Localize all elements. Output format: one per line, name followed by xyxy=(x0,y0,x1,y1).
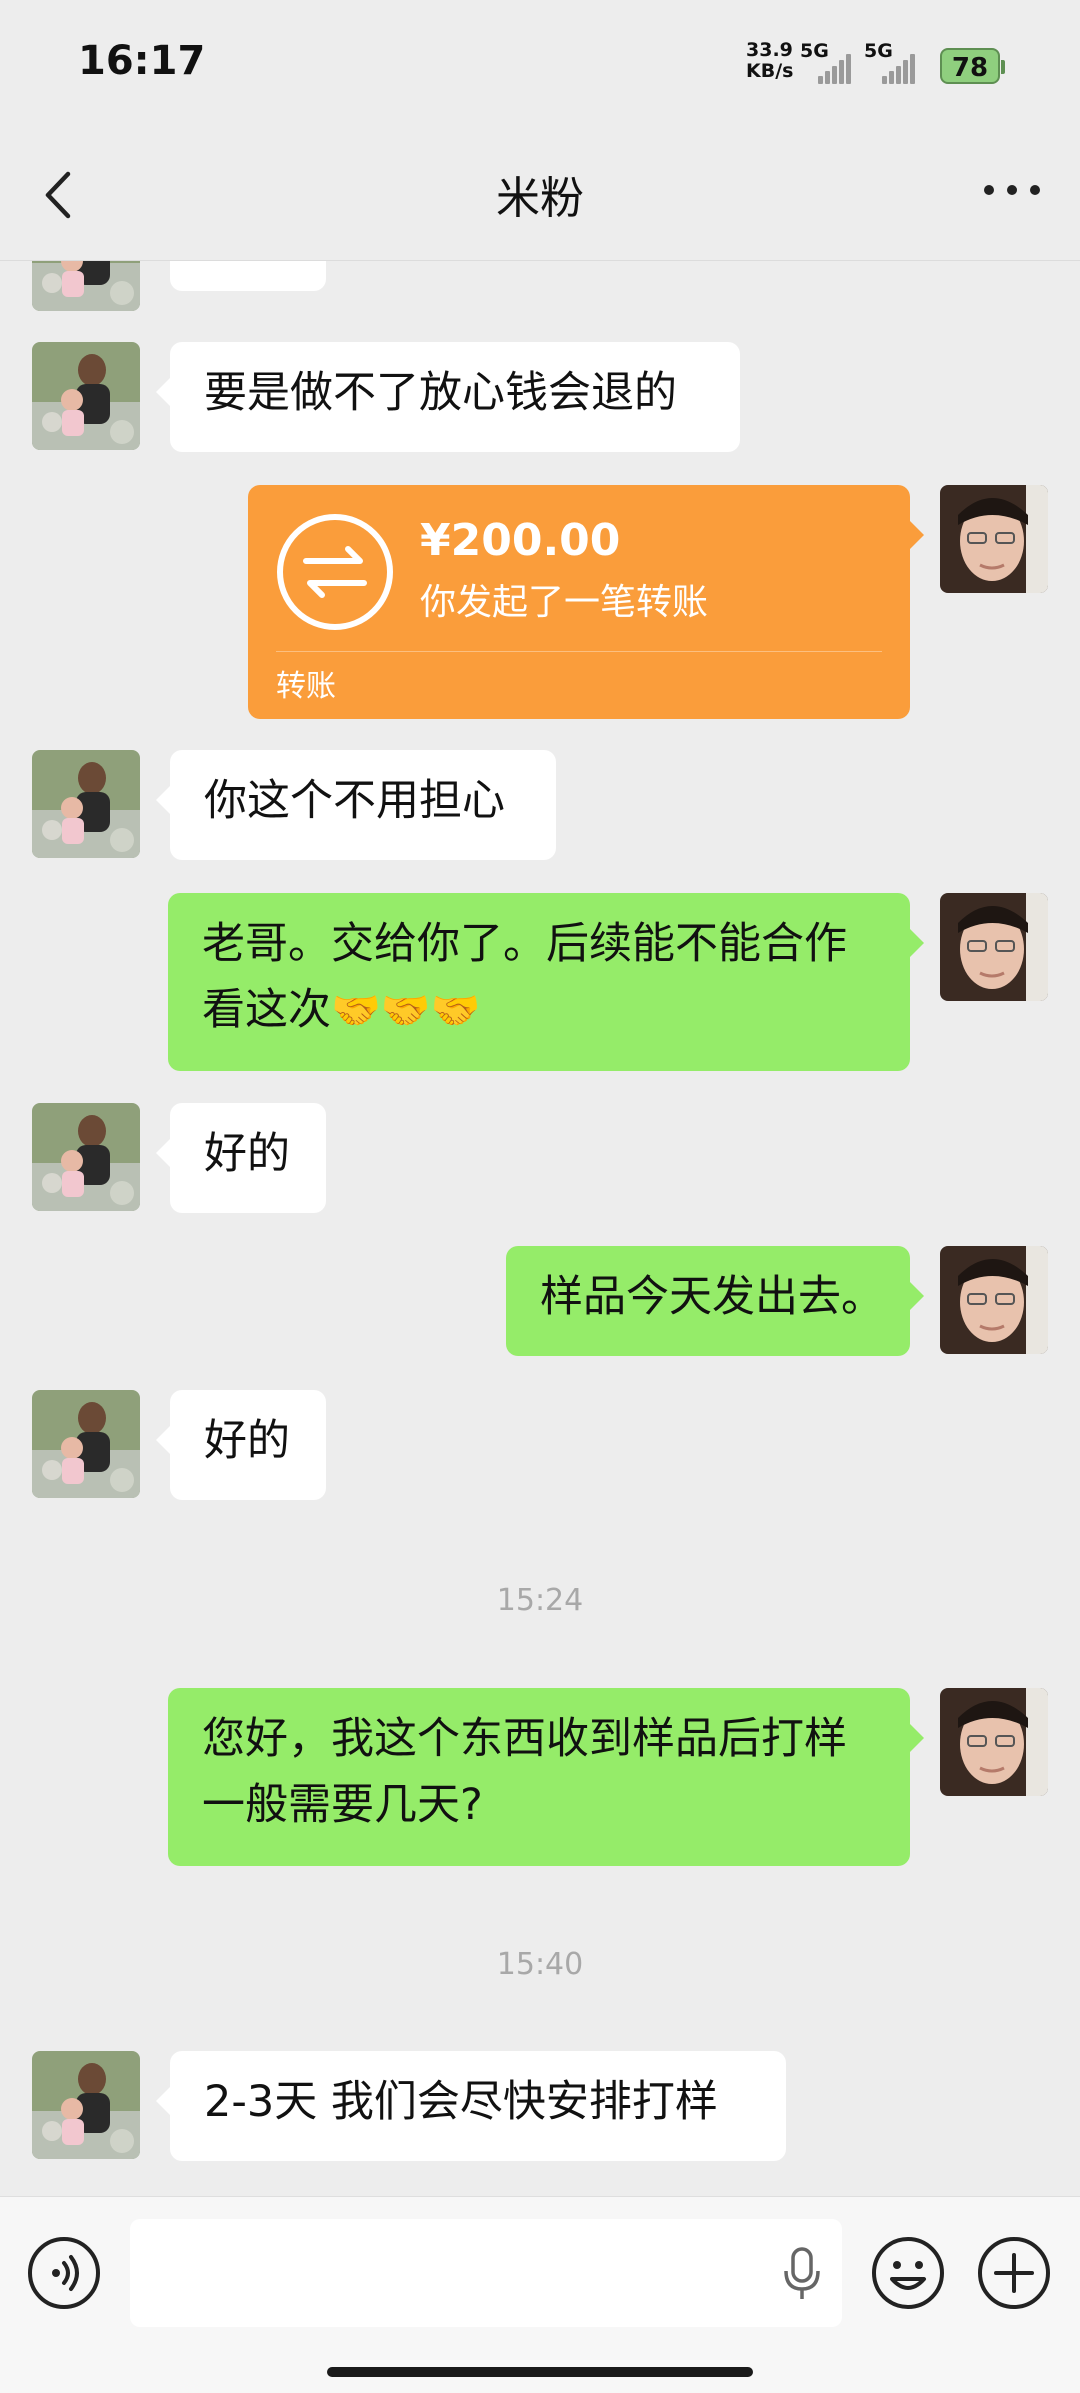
message-bubble[interactable]: 要是做不了放心钱会退的 xyxy=(156,342,740,452)
message-bubble[interactable]: 好的 xyxy=(156,1103,326,1213)
more-button[interactable] xyxy=(984,185,1040,201)
contact-avatar[interactable] xyxy=(32,750,140,858)
transfer-card[interactable]: ¥200.00 你发起了一笔转账 转账 xyxy=(248,485,924,719)
signal-icon xyxy=(818,54,852,84)
message-line: 一般需要几天? xyxy=(202,1780,483,1830)
network-speed: 33.9 KB/s xyxy=(746,40,793,82)
chat-title: 米粉 xyxy=(496,173,584,224)
transfer-amount: ¥200.00 xyxy=(420,515,621,566)
self-avatar[interactable] xyxy=(940,1246,1048,1354)
contact-avatar[interactable] xyxy=(32,342,140,450)
more-dots-icon xyxy=(984,185,994,195)
message-bubble[interactable]: 您好，我这个东西收到样品后打样 一般需要几天? xyxy=(168,1688,924,1866)
network-speed-value: 33.9 xyxy=(746,39,793,61)
home-indicator[interactable] xyxy=(327,2367,753,2377)
message-bubble[interactable]: 老哥。交给你了。后续能不能合作 看这次🤝🤝🤝 xyxy=(168,893,924,1071)
timestamp: 15:24 xyxy=(496,1583,584,1618)
self-avatar[interactable] xyxy=(940,485,1048,593)
timestamp: 15:40 xyxy=(496,1947,584,1982)
message-line: 老哥。交给你了。后续能不能合作 xyxy=(202,919,847,969)
voice-button[interactable] xyxy=(26,2235,102,2311)
voice-icon xyxy=(28,2237,100,2309)
message-bubble[interactable]: 好的 xyxy=(156,1390,326,1500)
input-bar xyxy=(0,2196,1080,2393)
message-input[interactable] xyxy=(130,2219,842,2327)
message-bubble[interactable]: 好的 xyxy=(170,261,326,291)
handshake-emoji: 🤝🤝🤝 xyxy=(331,988,481,1034)
transfer-label: 转账 xyxy=(276,669,336,704)
mic-icon[interactable] xyxy=(782,2247,822,2301)
message-bubble[interactable]: 2-3天 我们会尽快安排打样 xyxy=(156,2051,786,2161)
contact-avatar[interactable] xyxy=(32,2051,140,2159)
plus-icon xyxy=(978,2237,1050,2309)
self-avatar[interactable] xyxy=(940,893,1048,1001)
divider xyxy=(276,651,882,652)
contact-avatar[interactable] xyxy=(32,1103,140,1211)
signal-icon xyxy=(882,54,916,84)
status-bar: 16:17 33.9 KB/s 5G 5G 78 xyxy=(0,0,1080,130)
message-bubble[interactable]: 样品今天发出去。 xyxy=(506,1246,924,1356)
contact-avatar[interactable] xyxy=(32,1390,140,1498)
message-line: 看这次🤝🤝🤝 xyxy=(202,985,481,1035)
battery-indicator: 78 xyxy=(940,48,1005,84)
network-speed-unit: KB/s xyxy=(746,60,794,82)
contact-avatar[interactable] xyxy=(32,261,140,311)
chat-header: 米粉 xyxy=(0,130,1080,261)
status-time: 16:17 xyxy=(78,38,206,84)
transfer-description: 你发起了一笔转账 xyxy=(420,582,709,623)
emoji-button[interactable] xyxy=(870,2235,946,2311)
message-bubble[interactable]: 你这个不用担心 xyxy=(156,750,556,860)
emoji-icon xyxy=(872,2237,944,2309)
message-line: 您好，我这个东西收到样品后打样 xyxy=(202,1714,847,1764)
plus-button[interactable] xyxy=(976,2235,1052,2311)
message-list[interactable]: 好的 要是做不了放心钱会退的 ¥200.00 你发起了一笔转账 转账 你这个不用… xyxy=(0,261,1080,2196)
self-avatar[interactable] xyxy=(940,1688,1048,1796)
transfer-icon xyxy=(277,514,393,630)
